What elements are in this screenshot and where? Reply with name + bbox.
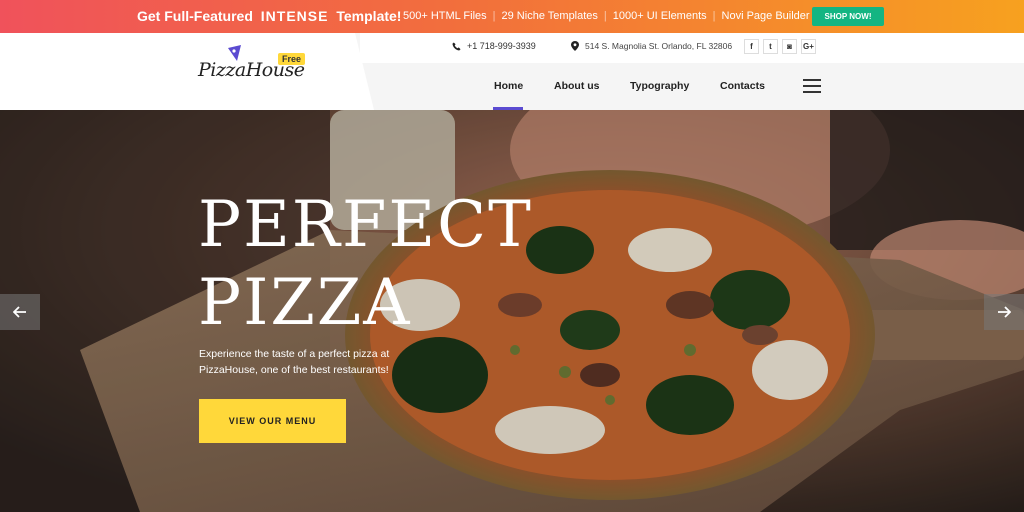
free-badge: Free — [278, 53, 306, 65]
location-pin-icon — [571, 41, 579, 51]
arrow-right-icon — [998, 306, 1011, 318]
slider-prev-button[interactable] — [0, 294, 40, 330]
nav-contacts[interactable]: Contacts — [720, 80, 765, 92]
promo-headline-prefix: Get Full-Featured — [137, 8, 253, 24]
hamburger-menu-icon[interactable] — [803, 79, 821, 93]
google-plus-icon[interactable]: G+ — [801, 39, 816, 54]
address-text: 514 S. Magnolia St. Orlando, FL 32806 — [585, 41, 733, 51]
social-links: f t ◙ G+ — [744, 39, 816, 54]
hero-title: PERFECT PIZZA — [198, 186, 533, 342]
nav-home[interactable]: Home — [494, 80, 523, 92]
promo-headline-suffix: Template! — [336, 8, 402, 24]
hero-title-line2: PIZZA — [198, 266, 412, 340]
promo-feature: 29 Niche Templates — [501, 10, 598, 22]
hero-title-line1: PERFECT — [198, 188, 533, 262]
hero-slider: PERFECT PIZZA Experience the taste of a … — [0, 110, 1024, 512]
twitter-icon[interactable]: t — [763, 39, 778, 54]
promo-headline: Get Full-Featured INTENSE Template! — [137, 8, 401, 24]
promo-separator: | — [603, 10, 607, 22]
promo-headline-brand: INTENSE — [260, 8, 329, 24]
nav-about-us[interactable]: About us — [554, 80, 600, 92]
logo-panel — [0, 33, 374, 110]
phone-number: +1 718-999-3939 — [467, 41, 536, 51]
promo-separator: | — [492, 10, 496, 22]
address-contact[interactable]: 514 S. Magnolia St. Orlando, FL 32806 — [571, 41, 732, 51]
arrow-left-icon — [13, 306, 26, 318]
instagram-icon[interactable]: ◙ — [782, 39, 797, 54]
promo-features: 500+ HTML Files | 29 Niche Templates | 1… — [403, 10, 810, 22]
shop-now-button[interactable]: SHOP NOW! — [812, 7, 884, 26]
slider-next-button[interactable] — [984, 294, 1024, 330]
hero-subtitle: Experience the taste of a perfect pizza … — [199, 348, 390, 376]
promo-feature: Novi Page Builder — [721, 10, 810, 22]
promo-feature: 500+ HTML Files — [403, 10, 487, 22]
facebook-icon[interactable]: f — [744, 39, 759, 54]
promo-banner: Get Full-Featured INTENSE Template! 500+… — [0, 0, 1024, 33]
promo-feature: 1000+ UI Elements — [612, 10, 707, 22]
promo-separator: | — [712, 10, 716, 22]
view-menu-button[interactable]: VIEW OUR MENU — [199, 399, 346, 443]
phone-icon — [452, 41, 461, 51]
nav-typography[interactable]: Typography — [630, 80, 689, 92]
site-header: PizzaHouse Free +1 718-999-3939 514 S. M… — [0, 33, 1024, 110]
site-logo[interactable]: PizzaHouse Free — [198, 45, 310, 85]
phone-contact[interactable]: +1 718-999-3939 — [452, 41, 536, 51]
